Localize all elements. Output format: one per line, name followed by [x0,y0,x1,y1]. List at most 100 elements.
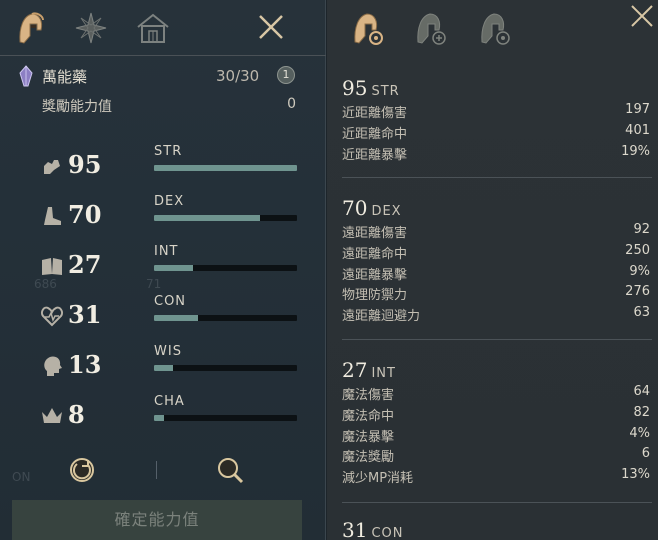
detail-value: 401 [625,122,650,138]
detail-row: 魔法暴擊 4% [342,424,652,445]
stat-bar-fill [154,215,260,221]
section-stat-code: STR [371,84,400,99]
detail-row: 遠距離迴避力 63 [342,303,652,324]
section-header: 95 STR [342,76,652,100]
strength-arm-icon [44,160,60,174]
detail-label: 減少MP消耗 [342,471,414,487]
info-badge[interactable]: 1 [277,66,295,84]
section-header: 70 DEX [342,196,652,220]
detail-row: 物理防禦力 276 [342,282,652,303]
tab-compass[interactable] [71,8,111,48]
compass-star-icon [75,12,107,44]
detail-close-button[interactable] [628,2,656,30]
section-str: 95 STR 近距離傷害 197 近距離命中 401 近距離暴擊 19% [342,76,652,163]
detail-row: 魔法獎勵 6 [342,444,652,465]
confirm-stats-button[interactable]: 確定能力值 [12,500,302,540]
detail-label: 魔法命中 [342,408,395,424]
stat-bar [154,215,297,221]
stat-value: 95 [68,150,102,179]
inspect-button[interactable] [212,452,248,488]
section-stat-value: 70 [342,196,368,220]
detail-row: 近距離傷害 197 [342,100,652,121]
stat-details-panel: 95 STR 近距離傷害 197 近距離命中 401 近距離暴擊 19% 70 DEX 遠距離傷害 9… [327,0,658,540]
detail-label: 遠距離暴擊 [342,267,408,283]
helmet-icon [19,12,44,44]
stat-bar [154,415,297,421]
potion-name: 萬能藥 [42,67,88,86]
detail-value: 250 [625,242,650,258]
detail-label: 近距離傷害 [342,106,408,121]
tab-helmet-settings[interactable] [347,8,387,48]
detail-row: 魔法命中 82 [342,403,652,424]
tab-helmet-plus[interactable] [410,8,450,48]
reset-button[interactable] [64,452,100,488]
section-stat-code: INT [371,366,396,381]
detail-label: 遠距離迴避力 [342,309,421,325]
detail-value: 9% [629,263,650,279]
section-stat-code: CON [371,526,404,540]
bonus-points-row: 獎勵能力值 0 [42,96,298,118]
stat-bar [154,265,297,271]
stat-bar-fill [154,165,297,171]
detail-tabs [327,0,658,56]
stat-bar-fill [154,365,173,371]
potion-crystal-icon [19,65,33,87]
stat-bar [154,365,297,371]
stat-code: CON [154,294,187,309]
stat-bar [154,165,297,171]
stat-value: 70 [68,200,102,229]
detail-row: 魔法傷害 64 [342,382,652,403]
stat-value: 13 [68,350,102,379]
section-stat-value: 31 [342,518,368,540]
close-button[interactable] [256,12,286,42]
stat-bar-fill [154,415,164,421]
close-icon [259,15,283,39]
stat-code: STR [154,144,183,159]
stat-code: WIS [154,344,182,359]
detail-value: 82 [633,404,650,420]
tab-character[interactable] [10,8,50,48]
stats-panel: 686 71 ON 萬能藥 30/30 1 獎勵能力值 0 95 STR 70 … [0,0,326,540]
stat-code: INT [154,244,179,259]
detail-label: 魔法暴擊 [342,429,395,445]
stat-bar-fill [154,315,199,321]
detail-row: 遠距離暴擊 9% [342,262,652,283]
bottom-divider [156,461,157,479]
tab-helmet-target[interactable] [474,8,514,48]
detail-label: 近距離暴擊 [342,147,408,163]
section-int: 27 INT 魔法傷害 64 魔法命中 82 魔法暴擊 4% 魔法獎勵 6 減少MP消耗 13% [342,358,652,486]
heart-icon [40,306,64,327]
stat-row-str: 95 STR [40,144,300,188]
tab-house[interactable] [133,8,173,48]
detail-value: 19% [621,143,650,159]
detail-value: 197 [625,102,650,117]
detail-label: 遠距離命中 [342,246,408,262]
stat-row-wis: 13 WIS [40,344,300,388]
detail-value: 92 [633,222,650,237]
book-icon [42,258,62,275]
stat-value: 27 [68,250,102,279]
stat-value: 8 [68,400,85,429]
detail-label: 魔法傷害 [342,388,395,403]
stat-row-con: 31 CON [40,294,300,338]
stat-bar [154,315,297,321]
stat-row-dex: 70 DEX [40,194,300,238]
section-stat-value: 27 [342,358,368,382]
crown-icon [42,408,62,423]
section-con: 31 CON [342,518,652,540]
section-stat-code: DEX [371,204,402,219]
detail-label: 魔法獎勵 [342,450,395,466]
detail-value: 6 [641,446,650,462]
ghost-text-c: ON [12,470,31,484]
section-divider [342,502,652,503]
helmet-gear-icon [354,13,383,45]
stat-code: CHA [154,394,185,409]
stat-row-cha: 8 CHA [40,394,300,438]
section-header: 31 CON [342,518,652,540]
stat-bar-fill [154,265,193,271]
detail-row: 遠距離傷害 92 [342,220,652,241]
detail-label: 近距離命中 [342,126,408,142]
helmet-target-icon [481,13,510,45]
detail-value: 4% [629,425,650,441]
section-stat-value: 95 [342,76,368,100]
